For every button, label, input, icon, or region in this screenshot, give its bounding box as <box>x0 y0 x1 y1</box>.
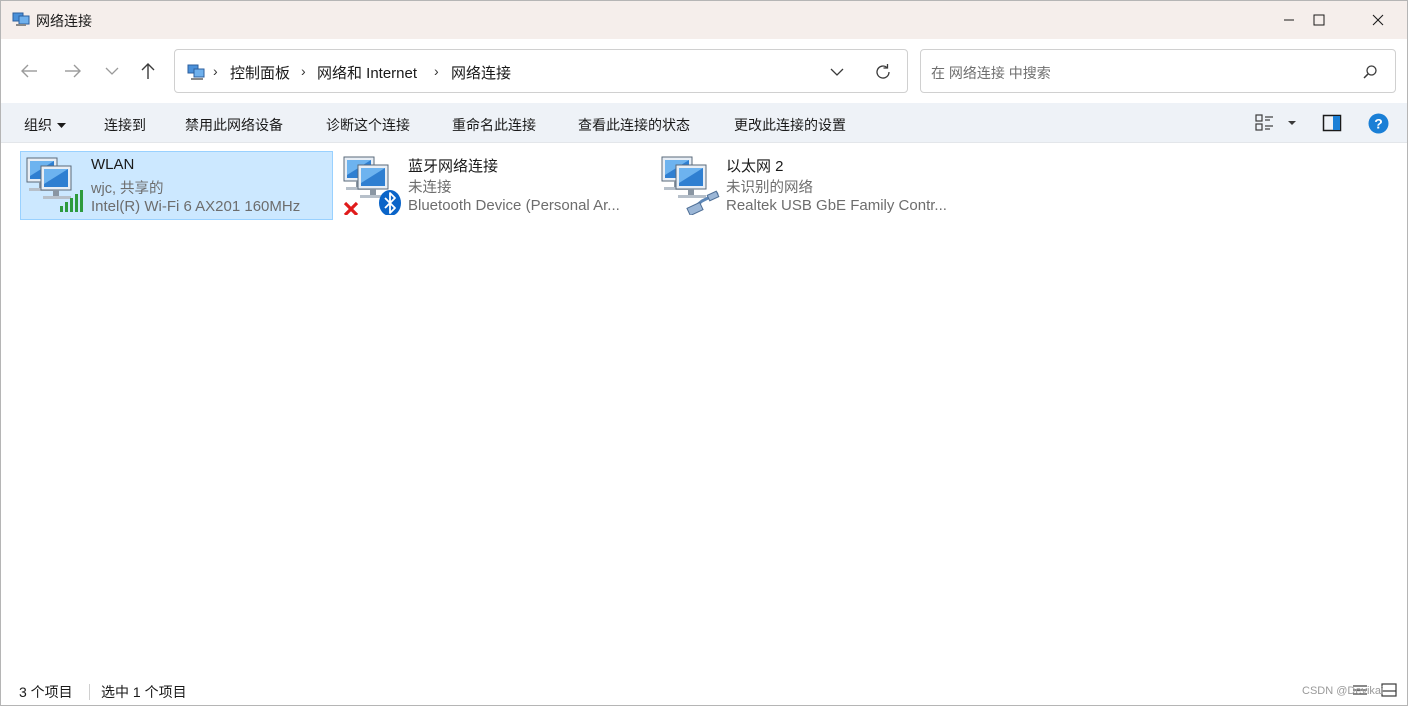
connection-status: 未连接 <box>408 180 452 196</box>
connection-device: Realtek USB GbE Family Contr... <box>726 197 947 214</box>
search-box[interactable]: 在 网络连接 中搜索 <box>920 49 1396 93</box>
organize-menu[interactable]: 组织 <box>24 115 66 135</box>
refresh-button[interactable] <box>872 61 894 83</box>
back-button[interactable] <box>17 59 41 83</box>
connection-device: Bluetooth Device (Personal Ar... <box>408 197 620 214</box>
status-divider <box>89 684 90 700</box>
caret-down-icon <box>57 123 66 129</box>
close-button[interactable] <box>1349 1 1407 39</box>
wifi-computer-icon <box>26 157 83 212</box>
arrow-up-icon <box>141 63 155 79</box>
network-location-icon <box>187 64 205 80</box>
connection-name: 以太网 2 <box>726 158 784 175</box>
diagnose-button[interactable]: 诊断这个连接 <box>326 115 410 135</box>
selected-count: 选中 1 个项目 <box>101 684 187 700</box>
maximize-button[interactable] <box>1290 1 1348 39</box>
command-bar: 组织 连接到 禁用此网络设备 诊断这个连接 重命名此连接 查看此连接的状态 更改… <box>1 103 1407 143</box>
view-status-button[interactable]: 查看此连接的状态 <box>578 115 690 135</box>
navigation-bar: › 控制面板 › 网络和 Internet › 网络连接 在 网络连接 中搜索 <box>1 39 1407 103</box>
rename-button[interactable]: 重命名此连接 <box>452 115 536 135</box>
connection-status: wjc, 共享的 <box>91 181 164 197</box>
search-icon[interactable] <box>1361 63 1379 81</box>
up-button[interactable] <box>136 59 160 83</box>
maximize-icon <box>1313 14 1325 26</box>
address-history-button[interactable] <box>827 62 847 82</box>
caret-down-icon[interactable] <box>1285 114 1299 132</box>
bluetooth-computer-icon <box>343 156 401 215</box>
breadcrumb-separator: › <box>213 63 218 79</box>
breadcrumb-network-connections[interactable]: 网络连接 <box>451 62 511 83</box>
organize-label: 组织 <box>24 117 52 133</box>
close-icon <box>1372 14 1384 26</box>
watermark: CSDN @Devikai <box>1302 685 1384 697</box>
breadcrumb-control-panel[interactable]: 控制面板 <box>230 62 290 83</box>
connection-item-bluetooth[interactable]: 蓝牙网络连接 未连接 Bluetooth Device (Personal Ar… <box>338 151 651 220</box>
change-settings-button[interactable]: 更改此连接的设置 <box>734 115 846 135</box>
breadcrumb-separator: › <box>434 63 439 79</box>
connections-list: WLAN wjc, 共享的 Intel(R) Wi-Fi 6 AX201 160… <box>1 143 1407 673</box>
recent-locations-button[interactable] <box>100 59 124 83</box>
item-count: 3 个项目 <box>19 684 73 700</box>
refresh-icon <box>876 64 890 79</box>
network-folder-icon <box>12 12 30 26</box>
connection-item-ethernet[interactable]: 以太网 2 未识别的网络 Realtek USB GbE Family Cont… <box>656 151 969 220</box>
connection-name: 蓝牙网络连接 <box>408 158 499 175</box>
arrow-left-icon <box>21 64 37 78</box>
change-view-icon[interactable] <box>1255 113 1275 133</box>
ethernet-computer-icon <box>661 156 720 215</box>
disable-device-button[interactable]: 禁用此网络设备 <box>185 115 283 135</box>
title-bar: 网络连接 <box>1 1 1407 39</box>
connect-to-button[interactable]: 连接到 <box>104 115 146 135</box>
preview-pane-icon[interactable] <box>1322 113 1342 133</box>
connection-status: 未识别的网络 <box>726 180 813 196</box>
connection-name: WLAN <box>91 156 135 173</box>
status-bar: 3 个项目 选中 1 个项目 CSDN @Devikai <box>1 677 1407 705</box>
arrow-right-icon <box>65 64 81 78</box>
forward-button[interactable] <box>61 59 85 83</box>
network-connections-window: 网络连接 › 控制面板 › 网络和 Internet › 网络连接 在 网络连接… <box>0 0 1408 706</box>
connection-device: Intel(R) Wi-Fi 6 AX201 160MHz <box>91 198 301 215</box>
chevron-down-icon <box>105 67 119 75</box>
breadcrumb-network-internet[interactable]: 网络和 Internet <box>317 62 417 83</box>
search-placeholder: 在 网络连接 中搜索 <box>931 65 1051 81</box>
window-title: 网络连接 <box>36 13 92 29</box>
address-bar[interactable]: › 控制面板 › 网络和 Internet › 网络连接 <box>174 49 908 93</box>
breadcrumb-separator: › <box>301 63 306 79</box>
connection-item-wlan[interactable]: WLAN wjc, 共享的 Intel(R) Wi-Fi 6 AX201 160… <box>20 151 333 220</box>
svg-text:?: ? <box>1374 116 1383 132</box>
chevron-down-icon <box>830 68 844 76</box>
help-icon[interactable]: ? <box>1368 113 1389 134</box>
